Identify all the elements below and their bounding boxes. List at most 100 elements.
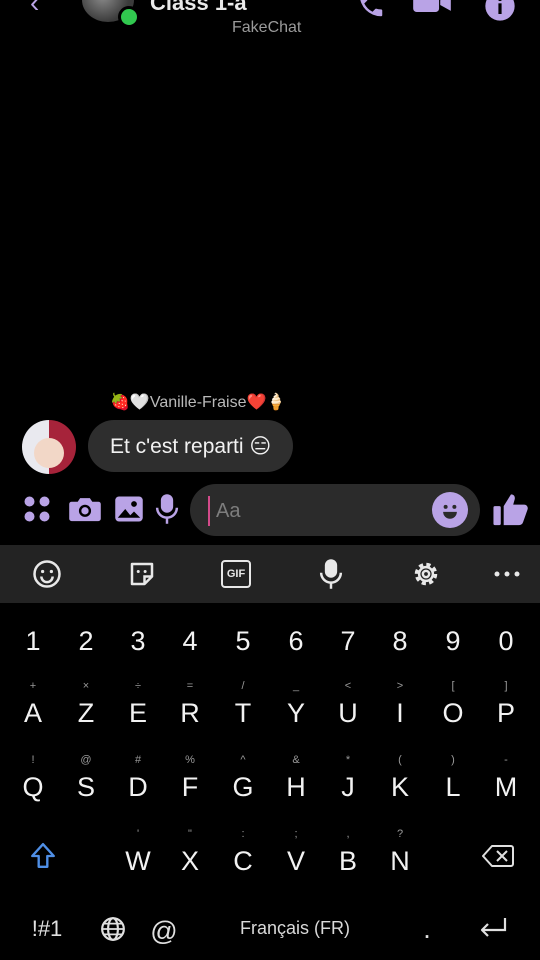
at-key[interactable]: @ [139,900,189,960]
language-switch-key[interactable] [88,900,138,960]
key-z[interactable]: × Z [61,680,111,742]
key-label: C [233,846,253,876]
key-7[interactable]: 7 [323,610,373,670]
key-w[interactable]: ' W [113,828,163,890]
key-t[interactable]: / T [218,680,268,742]
back-arrow-icon[interactable]: ‹ [30,0,56,17]
key-3[interactable]: 3 [113,610,163,670]
key-r[interactable]: = R [165,680,215,742]
enter-key[interactable] [468,900,518,960]
key-hint: ^ [240,754,246,766]
key-o[interactable]: [O [428,680,478,742]
key-b[interactable]: ,B [323,828,373,890]
key-1[interactable]: 1 [8,610,58,670]
key-label: Q [22,772,44,802]
key-hint: % [185,754,195,766]
key-label: X [180,846,199,876]
spacebar-language-label[interactable]: Français (FR) [240,918,350,939]
key-s[interactable]: @ S [61,754,111,816]
key-4[interactable]: 4 [165,610,215,670]
key-label: Y [286,698,305,728]
key-v[interactable]: ; V [271,828,321,890]
key-hint: > [396,680,404,692]
gif-icon[interactable]: GIF [218,556,254,592]
message-input[interactable] [208,496,428,526]
key-label: W [125,846,151,876]
key-g[interactable]: ^ G [218,754,268,816]
phone-icon[interactable] [356,0,386,27]
key-d[interactable]: # D [113,754,163,816]
key-a[interactable]: + A [8,680,58,742]
emoji-icon[interactable] [432,492,468,528]
key-m[interactable]: -M [481,754,531,816]
period-key[interactable]: . [402,900,452,960]
chat-title[interactable]: Class 1-a [150,0,247,16]
key-hint: ' [136,828,140,840]
key-u[interactable]: < U [323,680,373,742]
video-camera-icon[interactable] [412,0,452,27]
key-label: 2 [78,626,94,656]
key-k[interactable]: (K [375,754,425,816]
key-label: U [338,698,358,728]
info-icon[interactable] [484,0,516,29]
more-icon[interactable] [489,556,525,592]
key-c[interactable]: :C [218,828,268,890]
key-label: T [234,698,252,728]
message-bubble[interactable]: Et c'est reparti 😑 [88,420,294,472]
key-label: 4 [182,626,198,656]
key-l[interactable]: ) L [428,754,478,816]
key-hint: = [186,680,194,692]
key-x[interactable]: " X [165,828,215,890]
key-hint: " [188,828,192,840]
key-0[interactable]: 0 [481,610,531,670]
period-label: . [423,914,431,944]
key-label: Z [77,698,95,728]
key-label: 7 [340,626,356,656]
key-label: 6 [288,626,304,656]
key-hint: - [504,754,508,766]
key-label: S [76,772,95,802]
key-n[interactable]: ? N [375,828,425,890]
gif-label: GIF [221,560,251,588]
key-hint: # [134,754,142,766]
key-hint: ] [504,680,508,692]
key-label: I [396,698,404,728]
shift-key[interactable] [17,830,67,890]
key-label: G [232,772,254,802]
key-p[interactable]: ] P [481,680,531,742]
sticker-icon[interactable] [124,556,160,592]
key-9[interactable]: 9 [428,610,478,670]
keyboard-microphone-icon[interactable] [313,556,349,592]
key-h[interactable]: & H [271,754,321,816]
keyboard-toolbar [0,545,540,603]
symbols-key[interactable]: !#1 [22,900,72,960]
camera-icon[interactable] [68,492,102,526]
key-f[interactable]: % F [165,754,215,816]
key-hint: ÷ [134,680,142,692]
apps-grid-icon[interactable] [20,492,54,526]
key-e[interactable]: ÷ E [113,680,163,742]
backspace-key[interactable] [472,830,522,890]
key-label: D [128,772,148,802]
sender-name: 🍓🤍Vanille-Fraise❤️🍦 [110,394,287,411]
key-y[interactable]: _ Y [271,680,321,742]
thumbs-up-icon[interactable] [492,491,528,527]
settings-icon[interactable] [408,556,444,592]
sender-avatar[interactable] [22,420,76,474]
key-i[interactable]: > I [375,680,425,742]
key-2[interactable]: 2 [61,610,111,670]
key-6[interactable]: 6 [271,610,321,670]
key-hint: / [241,680,245,692]
image-icon[interactable] [112,492,146,526]
key-label: 3 [130,626,146,656]
key-label: J [341,772,355,802]
key-8[interactable]: 8 [375,610,425,670]
key-5[interactable]: 5 [218,610,268,670]
chat-header: ‹ Class 1-a FakeChat [0,0,540,50]
microphone-icon[interactable] [150,492,184,526]
key-label: H [286,772,306,802]
keyboard-emoji-icon[interactable] [29,556,65,592]
key-j[interactable]: * J [323,754,373,816]
key-q[interactable]: ! Q [8,754,58,816]
key-hint: < [344,680,352,692]
